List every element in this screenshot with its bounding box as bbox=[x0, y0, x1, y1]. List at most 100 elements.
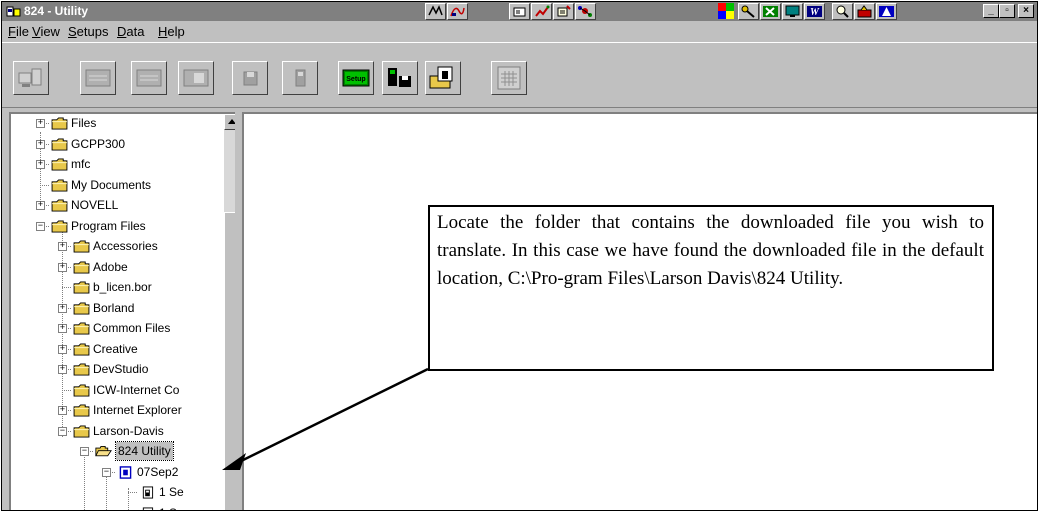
tree-item-label: GCPP300 bbox=[71, 137, 126, 151]
tree-item[interactable]: + Accessories bbox=[11, 237, 223, 257]
collapse-icon[interactable]: − bbox=[58, 427, 67, 436]
key-icon bbox=[741, 5, 755, 18]
minimize-button[interactable]: _ bbox=[983, 4, 999, 18]
tree-item-label: mfc bbox=[71, 157, 91, 171]
tree-item[interactable]: b_licen.bor bbox=[11, 278, 223, 298]
close-button[interactable]: × bbox=[1018, 4, 1034, 18]
document-icon bbox=[119, 466, 132, 479]
tree-item-label: ICW-Internet Co bbox=[93, 383, 180, 397]
expand-icon[interactable]: + bbox=[58, 406, 67, 415]
collapse-icon[interactable]: − bbox=[102, 468, 111, 477]
connect-instrument-button[interactable] bbox=[13, 61, 49, 95]
expand-icon[interactable]: + bbox=[36, 140, 45, 149]
notes-tool-button[interactable] bbox=[553, 3, 574, 20]
expand-icon[interactable]: + bbox=[58, 304, 67, 313]
menu-setups[interactable]: Setups bbox=[68, 24, 108, 39]
tree-item[interactable]: − Program Files bbox=[11, 217, 223, 237]
molecule-tool-button[interactable] bbox=[575, 3, 596, 20]
window-title: 824 - Utility bbox=[24, 4, 89, 18]
tree-item[interactable]: 1 S bbox=[11, 504, 223, 510]
vertical-scrollbar[interactable] bbox=[224, 114, 235, 510]
folder-icon bbox=[73, 261, 90, 274]
tree-item[interactable]: + DevStudio bbox=[11, 360, 223, 380]
excel-icon bbox=[763, 6, 778, 17]
menu-view[interactable]: View bbox=[32, 24, 60, 39]
tree-item[interactable]: + Files bbox=[11, 114, 223, 134]
tree-item[interactable]: + NOVELL bbox=[11, 196, 223, 216]
memory-2-button[interactable] bbox=[131, 61, 167, 95]
tree-item-label: 1 Se bbox=[159, 485, 184, 499]
tree-item[interactable]: ICW-Internet Co bbox=[11, 381, 223, 401]
memory-icon bbox=[183, 69, 209, 87]
file-icon bbox=[142, 486, 154, 499]
graph-tool-button[interactable] bbox=[447, 3, 468, 20]
chart-tool-button[interactable] bbox=[531, 3, 552, 20]
tree-item[interactable]: − 07Sep2 bbox=[11, 463, 223, 483]
collapse-icon[interactable]: − bbox=[36, 222, 45, 231]
scroll-up-button[interactable] bbox=[224, 114, 235, 130]
download-document-icon bbox=[429, 66, 453, 89]
tree-item-label: My Documents bbox=[71, 178, 152, 192]
tree-item-label: Accessories bbox=[93, 239, 158, 253]
speaker-tool-button[interactable] bbox=[425, 3, 446, 20]
setup-button[interactable]: Setup bbox=[338, 61, 374, 95]
toolbar: Setup bbox=[2, 42, 1037, 108]
expand-icon[interactable]: + bbox=[58, 324, 67, 333]
maximize-button[interactable]: ▫ bbox=[999, 4, 1015, 18]
instrument-settings-button[interactable] bbox=[282, 61, 318, 95]
download-document-button[interactable] bbox=[425, 61, 461, 95]
expand-icon[interactable]: + bbox=[36, 201, 45, 210]
tree-item[interactable]: 1 Se bbox=[11, 483, 223, 503]
molecule-icon bbox=[578, 6, 592, 17]
word-tool-button[interactable]: W bbox=[804, 3, 825, 20]
tree-item[interactable]: − Larson-Davis bbox=[11, 422, 223, 442]
tree-connector bbox=[62, 287, 71, 288]
app-tool-button[interactable] bbox=[876, 3, 897, 20]
monitor-tool-button[interactable] bbox=[782, 3, 803, 20]
tree-item[interactable]: + mfc bbox=[11, 155, 223, 175]
folder-tree[interactable]: + Files + GCPP300 + mfc My Documents + NOVELL − Pr… bbox=[9, 112, 235, 510]
expand-icon[interactable]: + bbox=[36, 160, 45, 169]
calculator-button[interactable] bbox=[491, 61, 527, 95]
arrow-up-icon bbox=[228, 119, 235, 124]
expand-icon[interactable]: + bbox=[58, 242, 67, 251]
folder-icon bbox=[73, 302, 90, 315]
search-tool-button[interactable] bbox=[832, 3, 853, 20]
expand-icon[interactable]: + bbox=[36, 119, 45, 128]
meter-tool-button[interactable] bbox=[509, 3, 530, 20]
expand-icon[interactable]: + bbox=[58, 263, 67, 272]
excel-tool-button[interactable] bbox=[760, 3, 781, 20]
memory-icon bbox=[85, 69, 111, 87]
word-icon: W bbox=[807, 6, 822, 18]
tree-item-label: 824 Utility bbox=[115, 441, 174, 461]
memory-1-button[interactable] bbox=[80, 61, 116, 95]
folder-icon bbox=[73, 281, 90, 294]
toolbox-tool-button[interactable] bbox=[854, 3, 875, 20]
menu-file[interactable]: File bbox=[8, 24, 29, 39]
memory-icon bbox=[136, 69, 162, 87]
folder-icon bbox=[73, 322, 90, 335]
menu-help[interactable]: Help bbox=[158, 24, 185, 39]
title-bar[interactable]: 824 - Utility W _ ▫ × bbox=[2, 2, 1037, 21]
tree-item[interactable]: + Adobe bbox=[11, 258, 223, 278]
tree-connector bbox=[40, 185, 49, 186]
save-floppy-button[interactable] bbox=[232, 61, 268, 95]
color-icon[interactable] bbox=[718, 3, 735, 20]
collapse-icon[interactable]: − bbox=[80, 447, 89, 456]
menu-data[interactable]: Data bbox=[117, 24, 144, 39]
floppy-icon bbox=[243, 71, 258, 86]
tree-item[interactable]: My Documents bbox=[11, 176, 223, 196]
tree-item-label: 07Sep2 bbox=[137, 465, 179, 479]
key-tool-button[interactable] bbox=[738, 3, 759, 20]
tree-item[interactable]: + Borland bbox=[11, 299, 223, 319]
tree-item[interactable]: + GCPP300 bbox=[11, 135, 223, 155]
scroll-thumb[interactable] bbox=[224, 212, 235, 510]
tree-item[interactable]: + Common Files bbox=[11, 319, 223, 339]
expand-icon[interactable]: + bbox=[58, 345, 67, 354]
expand-icon[interactable]: + bbox=[58, 365, 67, 374]
instrument-save-button[interactable] bbox=[382, 61, 418, 95]
tree-item[interactable]: + Creative bbox=[11, 340, 223, 360]
tree-item[interactable]: + Internet Explorer bbox=[11, 401, 223, 421]
memory-3-button[interactable] bbox=[178, 61, 214, 95]
tree-item[interactable]: − 824 Utility bbox=[11, 441, 223, 462]
